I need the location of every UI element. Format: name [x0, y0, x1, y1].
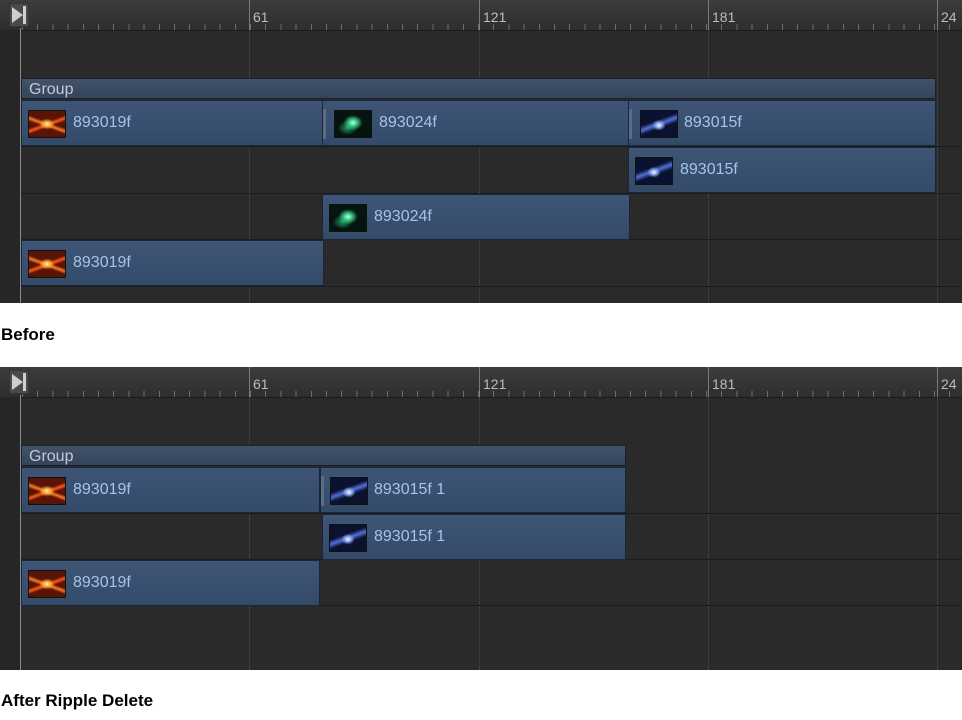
ruler-major-tick [708, 367, 709, 397]
ruler-label: 181 [712, 376, 736, 392]
blue-thumbnail [330, 477, 368, 505]
clip[interactable]: 893019f [21, 240, 324, 286]
time-ruler[interactable]: 1 61 121 181 24 [0, 367, 962, 398]
ruler-major-tick [249, 367, 250, 397]
clip[interactable]: 893019f [21, 100, 324, 146]
grid-line [708, 397, 709, 670]
grid-line [937, 30, 938, 303]
clip-label: 893019f [73, 481, 131, 498]
playhead-line [20, 395, 21, 670]
ruler-label: 61 [253, 376, 269, 392]
clip[interactable]: 893015f [628, 100, 936, 146]
group-label: Group [29, 448, 74, 465]
timeline-after: 1 61 121 181 24 Group 893019f 893015f 1 … [0, 367, 962, 670]
clip[interactable]: 893024f [322, 194, 630, 240]
clip-edge-handle[interactable] [323, 109, 326, 139]
ruler-major-tick [249, 0, 250, 30]
timeline-before: 1 61 121 181 24 Group 893019f 893024f 89… [0, 0, 962, 303]
clip-label: 893015f [680, 161, 738, 178]
caption-before: Before [1, 325, 55, 344]
ruler-major-tick [479, 0, 480, 30]
green-thumbnail [334, 110, 372, 138]
clip[interactable]: 893019f [21, 467, 320, 513]
clip[interactable]: 893015f [628, 147, 936, 193]
ruler-label: 24 [941, 9, 957, 25]
clip-label: 893015f 1 [374, 481, 446, 498]
grid-line [479, 30, 480, 303]
group-bar[interactable]: Group [21, 78, 936, 99]
clip-label: 893024f [379, 114, 437, 131]
track-header-strip [0, 397, 20, 670]
fire-thumbnail [28, 250, 66, 278]
playhead-icon[interactable] [9, 370, 29, 394]
clip[interactable]: 893015f 1 [320, 467, 626, 513]
blue-thumbnail [329, 524, 367, 552]
fire-thumbnail [28, 477, 66, 505]
ruler-label: 121 [483, 376, 507, 392]
group-bar[interactable]: Group [21, 445, 626, 466]
clip-label: 893019f [73, 114, 131, 131]
clip-label: 893019f [73, 574, 131, 591]
ruler-major-tick [937, 367, 938, 397]
clip[interactable]: 893024f [322, 100, 630, 146]
ruler-label: 121 [483, 9, 507, 25]
green-thumbnail [329, 204, 367, 232]
clip-edge-handle[interactable] [321, 476, 324, 506]
ruler-major-tick [708, 0, 709, 30]
caption-after: After Ripple Delete [1, 691, 154, 710]
ruler-major-tick [937, 0, 938, 30]
track-header-strip [0, 30, 20, 303]
fire-thumbnail [28, 110, 66, 138]
ruler-label: 61 [253, 9, 269, 25]
ruler-major-tick [479, 367, 480, 397]
clip[interactable]: 893015f 1 [322, 514, 626, 560]
group-label: Group [29, 81, 74, 98]
grid-line [937, 397, 938, 670]
clip-label: 893024f [374, 208, 432, 225]
ruler-label: 24 [941, 376, 957, 392]
track-divider [20, 286, 962, 287]
clip-label: 893015f [684, 114, 742, 131]
blue-thumbnail [640, 110, 678, 138]
blue-thumbnail [635, 157, 673, 185]
playhead-icon[interactable] [9, 3, 29, 27]
ruler-label: 181 [712, 9, 736, 25]
clip-label: 893019f [73, 254, 131, 271]
clip-label: 893015f 1 [374, 528, 446, 545]
fire-thumbnail [28, 570, 66, 598]
clip[interactable]: 893019f [21, 560, 320, 606]
playhead-line [20, 28, 21, 303]
time-ruler[interactable]: 1 61 121 181 24 [0, 0, 962, 31]
clip-edge-handle[interactable] [629, 109, 632, 139]
grid-line [249, 397, 250, 670]
